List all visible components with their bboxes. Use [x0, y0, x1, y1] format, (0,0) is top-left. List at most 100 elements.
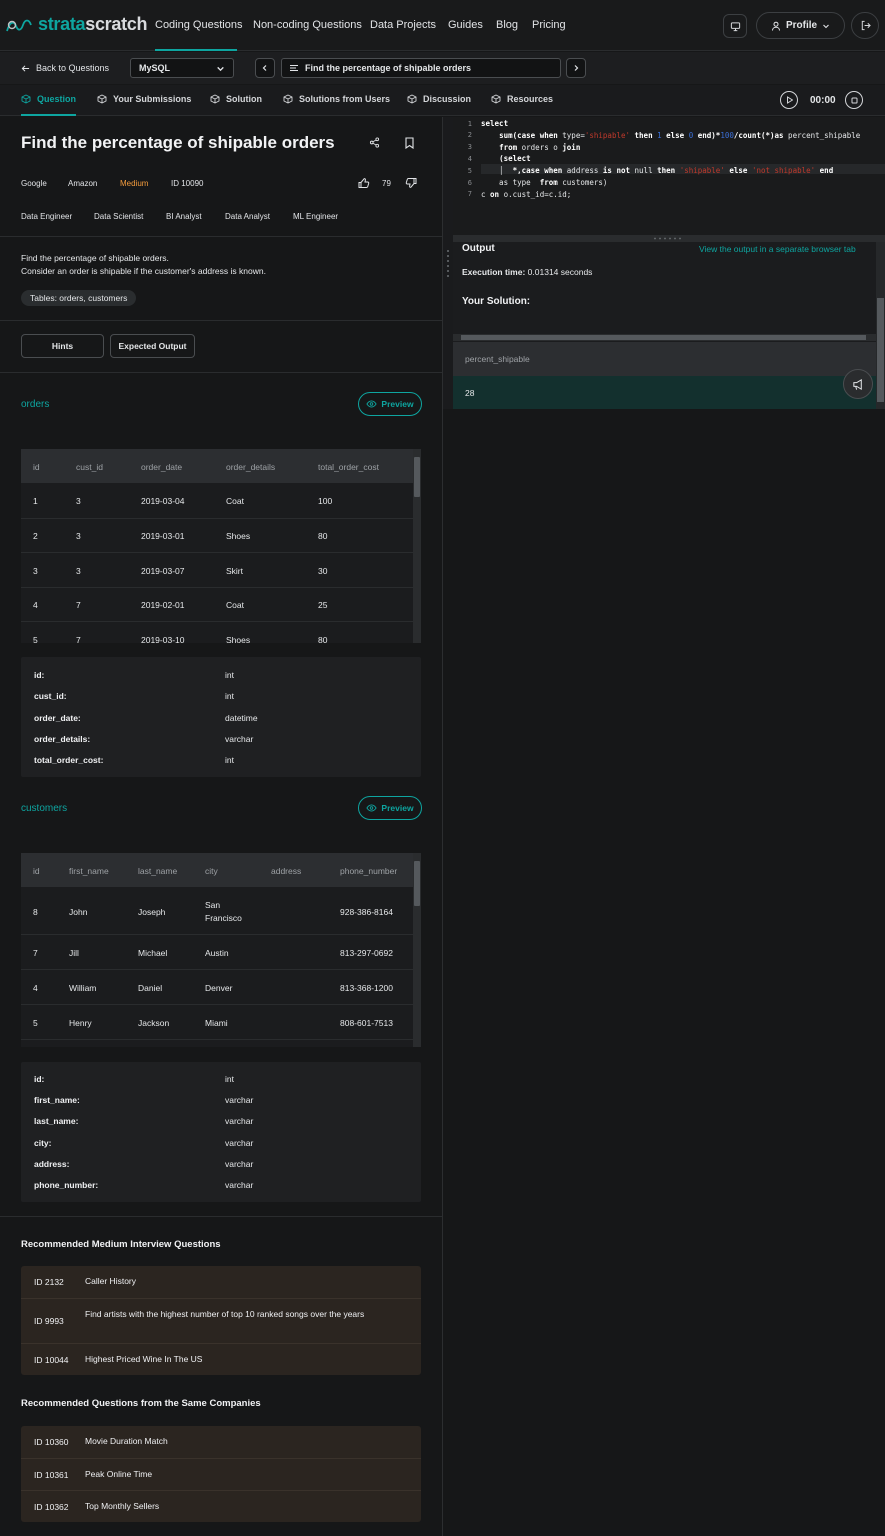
- nav-non-coding-questions[interactable]: Non-coding Questions: [253, 19, 362, 31]
- thumbs-up-icon: [358, 178, 370, 188]
- tab-your-submissions[interactable]: Your Submissions: [97, 94, 191, 104]
- list-item[interactable]: ID 10360 Movie Duration Match: [21, 1426, 421, 1458]
- nav-coding-questions[interactable]: Coding Questions: [155, 19, 242, 31]
- scrollbar-thumb[interactable]: [877, 298, 884, 402]
- code-token: type=: [557, 130, 585, 140]
- previous-question-button[interactable]: [255, 58, 275, 78]
- code-line[interactable]: (select: [481, 154, 531, 163]
- table-cell: 2019-03-07: [141, 566, 185, 576]
- nav-pricing[interactable]: Pricing: [532, 19, 566, 31]
- tab-solution[interactable]: Solution: [210, 94, 262, 104]
- scrollbar-thumb[interactable]: [414, 457, 420, 497]
- schema-type: varchar: [225, 1159, 254, 1169]
- recommended-name: Highest Priced Wine In The US: [85, 1354, 203, 1364]
- hints-button[interactable]: Hints: [21, 334, 104, 358]
- cube-icon: [97, 94, 107, 104]
- run-button[interactable]: [780, 91, 798, 109]
- code-token: on: [490, 189, 500, 199]
- logout-button[interactable]: [851, 12, 879, 39]
- question-selector[interactable]: Find the percentage of shipable orders: [281, 58, 561, 78]
- role-tag[interactable]: Data Scientist: [94, 212, 143, 221]
- table-scrollbar[interactable]: [413, 449, 421, 643]
- nav-active-indicator: [155, 49, 237, 51]
- code-line[interactable]: as type from customers): [481, 178, 607, 187]
- code-line[interactable]: from orders o join: [481, 143, 580, 152]
- column-header: address: [271, 866, 302, 876]
- scrollbar-thumb[interactable]: [414, 861, 420, 906]
- role-tag[interactable]: ML Engineer: [293, 212, 338, 221]
- column-header: id: [33, 462, 40, 472]
- nav-data-projects[interactable]: Data Projects: [370, 19, 436, 31]
- customers-preview-button[interactable]: Preview: [358, 796, 422, 820]
- table-cell: 80: [318, 531, 328, 541]
- list-item[interactable]: ID 10362 Top Monthly Sellers: [21, 1490, 421, 1522]
- schema-type: int: [225, 670, 234, 680]
- company-tag-google[interactable]: Google: [21, 179, 47, 188]
- divider: [0, 236, 442, 237]
- display-button[interactable]: [723, 14, 747, 38]
- table-cell: 80: [318, 635, 328, 643]
- your-solution-heading: Your Solution:: [462, 296, 531, 307]
- list-item[interactable]: ID 2132 Caller History: [21, 1266, 421, 1298]
- logo[interactable]: stratascratch: [6, 14, 147, 35]
- tab-resources[interactable]: Resources: [491, 94, 553, 104]
- code-line[interactable]: c on o.cust_id=c.id;: [481, 190, 571, 199]
- table-cell: 8: [33, 907, 38, 917]
- company-tag-amazon[interactable]: Amazon: [68, 179, 97, 188]
- output-horizontal-scrollbar[interactable]: [453, 334, 876, 341]
- divider: [0, 372, 442, 373]
- bookmark-button[interactable]: [404, 137, 415, 149]
- nav-guides[interactable]: Guides: [448, 19, 483, 31]
- back-to-questions-link[interactable]: Back to Questions: [21, 63, 109, 73]
- code-line[interactable]: │ *,case when address is not null then '…: [481, 166, 833, 175]
- stop-timer-button[interactable]: [845, 91, 863, 109]
- tab-solutions-from-users[interactable]: Solutions from Users: [283, 94, 390, 104]
- nav-blog[interactable]: Blog: [496, 19, 518, 31]
- result-row: 28: [453, 376, 876, 409]
- editor-resize-handle[interactable]: [453, 235, 885, 242]
- profile-button[interactable]: Profile: [756, 12, 845, 39]
- tab-discussion[interactable]: Discussion: [407, 94, 471, 104]
- execution-time-value: 0.01314 seconds: [527, 267, 593, 277]
- code-line[interactable]: select: [481, 119, 508, 128]
- recommended-company-title: Recommended Questions from the Same Comp…: [21, 1398, 261, 1409]
- tab-question[interactable]: Question: [21, 94, 76, 104]
- view-output-separate-tab-link[interactable]: View the output in a separate browser ta…: [699, 244, 856, 254]
- upvote-button[interactable]: [358, 177, 370, 189]
- customers-table[interactable]: id first_name last_name city address pho…: [21, 853, 421, 1047]
- code-token: case when: [521, 166, 563, 176]
- role-tag[interactable]: Data Analyst: [225, 212, 270, 221]
- orders-preview-button[interactable]: Preview: [358, 392, 422, 416]
- monitor-icon: [730, 21, 740, 31]
- scrollbar-thumb[interactable]: [461, 335, 866, 340]
- list-item[interactable]: ID 10044 Highest Priced Wine In The US: [21, 1343, 421, 1375]
- expected-output-button[interactable]: Expected Output: [110, 334, 195, 358]
- line-number: 4: [467, 154, 472, 163]
- list-item[interactable]: ID 10361 Peak Online Time: [21, 1458, 421, 1490]
- feedback-button[interactable]: [843, 369, 873, 399]
- code-token: then: [634, 130, 653, 140]
- code-token: c: [481, 189, 491, 199]
- next-question-button[interactable]: [566, 58, 586, 78]
- timer: 00:00: [810, 95, 836, 106]
- panel-resize-handle[interactable]: [443, 117, 453, 409]
- downvote-button[interactable]: [405, 177, 417, 189]
- role-tag[interactable]: Data Engineer: [21, 212, 72, 221]
- chevron-left-icon: [262, 65, 267, 71]
- code-token: 'not shipable': [751, 166, 816, 176]
- logo-icon: [6, 19, 32, 31]
- table-cell: 4: [33, 983, 38, 993]
- table-scrollbar[interactable]: [413, 853, 421, 1047]
- output-vertical-scrollbar[interactable]: [876, 242, 885, 409]
- schema-type: int: [225, 1074, 234, 1084]
- recommended-name: Peak Online Time: [85, 1469, 153, 1479]
- table-cell: 4: [33, 600, 38, 610]
- code-line[interactable]: sum(case when type='shipable' then 1 els…: [481, 131, 860, 140]
- role-tag[interactable]: BI Analyst: [166, 212, 202, 221]
- chevron-right-icon: [574, 65, 579, 71]
- language-select[interactable]: MySQL: [130, 58, 234, 78]
- list-item[interactable]: ID 9993 Find artists with the highest nu…: [21, 1298, 421, 1343]
- orders-table[interactable]: id cust_id order_date order_details tota…: [21, 449, 421, 643]
- share-button[interactable]: [369, 137, 380, 148]
- table-cell: Daniel: [138, 983, 163, 993]
